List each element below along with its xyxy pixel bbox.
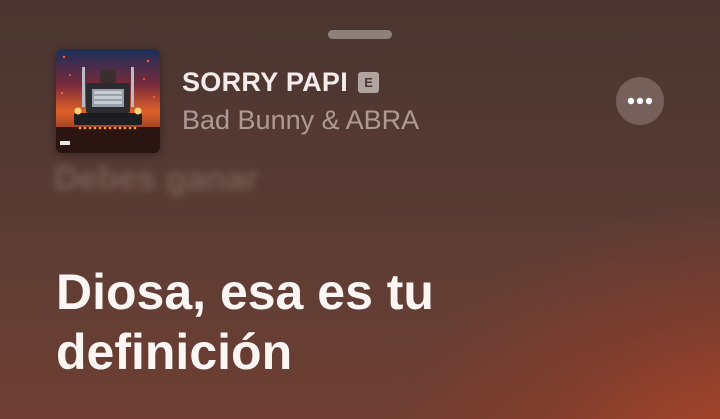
- song-title: SORRY PAPI: [182, 67, 349, 97]
- album-art-truck-icon: [56, 49, 160, 153]
- explicit-badge: E: [358, 72, 380, 93]
- song-title-row: SORRY PAPI E: [182, 67, 380, 98]
- album-artwork[interactable]: [56, 49, 160, 153]
- more-options-button[interactable]: [616, 77, 664, 125]
- artist-name[interactable]: Bad Bunny & ABRA: [182, 105, 419, 136]
- ellipsis-icon: [627, 97, 653, 105]
- previous-lyric-line[interactable]: Debes ganar: [54, 160, 258, 199]
- sheet-grabber[interactable]: [328, 30, 392, 39]
- current-lyric-line[interactable]: Diosa, esa es tu definición: [56, 262, 656, 382]
